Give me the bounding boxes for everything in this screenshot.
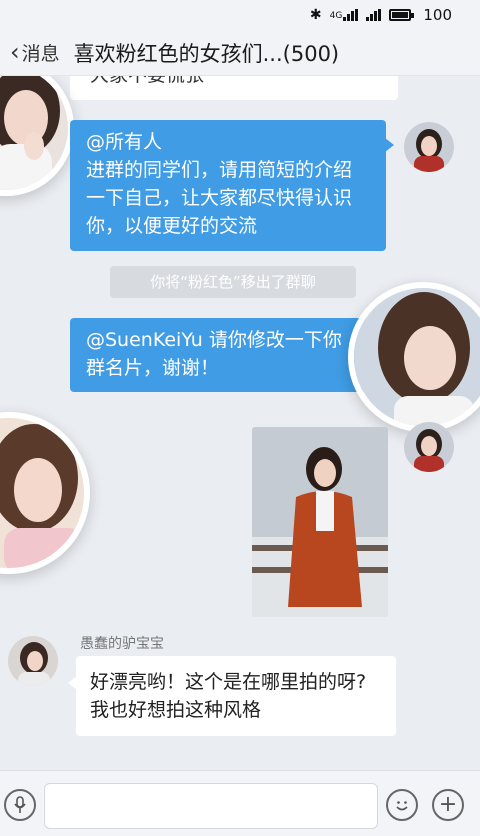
message-line: 你，以便更好的交流 [86,215,258,237]
member-photo-circle[interactable] [0,412,90,574]
message-line: 好漂亮哟！这个是在哪里拍的呀? [90,671,367,693]
system-notice: 你将“粉红色”移出了群聊 [110,266,356,298]
input-bar: + [0,770,480,836]
battery-icon [389,9,415,21]
message-bubble-mention[interactable]: @SuenKeiYu 请你修改一下你 群名片，谢谢！ [70,318,378,392]
group-title: 喜欢粉红色的女孩们...(500) [73,41,340,66]
my-avatar[interactable] [404,422,454,472]
photo-image [252,427,388,617]
message-bubble-announcement[interactable]: @所有人 进群的同学们，请用简短的介绍 一下自己，让大家都尽快得认识 你，以便更… [70,120,394,251]
message-bubble-partial[interactable]: 大家不要慌张 [70,76,398,100]
my-avatar[interactable] [404,122,454,172]
back-label: 消息 [21,43,60,65]
avatar-image [404,122,454,172]
chevron-left-icon: ‹ [10,37,20,66]
photo-image [0,76,68,190]
sender-name: 愚蠢的驴宝宝 [80,636,164,652]
member-photo-circle[interactable] [348,282,480,432]
network-type-label: 4G [329,11,343,21]
voice-button[interactable] [4,789,36,821]
message-input[interactable] [44,783,378,829]
battery-level: 100 [423,6,452,24]
add-attachment-button[interactable]: + [432,789,464,821]
photo-image [0,418,84,568]
message-text: 大家不要慌张 [90,76,204,86]
member-avatar[interactable] [8,636,58,686]
message-line: 进群的同学们，请用简短的介绍 [86,159,353,181]
message-line: @SuenKeiYu 请你修改一下你 [86,329,342,351]
chat-message-list[interactable]: 大家不要慌张 @所有人 进群的同学们，请用简短的介绍 一下自己，让大家都尽快得认… [0,76,480,770]
back-button[interactable]: ‹ 消息 [10,37,60,67]
bluetooth-icon: ✱ [309,7,322,23]
message-line: 一下自己，让大家都尽快得认识 [86,187,353,209]
message-line: 我也好想拍这种风格 [90,699,262,721]
microphone-icon [14,796,26,813]
message-line: 群名片，谢谢！ [86,357,220,379]
signal-icon [366,9,382,21]
message-line: @所有人 [86,131,163,153]
smiley-icon [396,801,408,811]
signal-4g-icon: 4G [330,9,359,21]
avatar-image [404,422,454,472]
status-bar: ✱ 4G 100 [0,0,480,30]
photo-message[interactable] [252,427,388,617]
member-photo-circle[interactable] [0,76,74,196]
emoji-button[interactable] [386,789,418,821]
avatar-image [8,636,58,686]
photo-image [354,288,480,426]
chat-header: ‹ 消息 喜欢粉红色的女孩们...(500) [0,30,480,76]
plus-icon: + [438,792,458,817]
message-bubble-reply[interactable]: 好漂亮哟！这个是在哪里拍的呀? 我也好想拍这种风格 [68,656,396,736]
